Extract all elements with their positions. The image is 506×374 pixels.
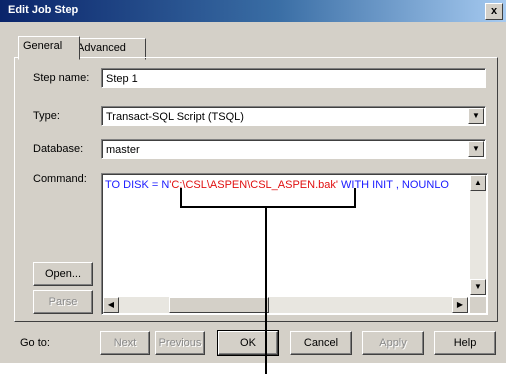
dropdown-arrow-icon[interactable]: ▼ bbox=[468, 108, 484, 124]
step-name-value: Step 1 bbox=[106, 73, 138, 85]
window-title: Edit Job Step bbox=[8, 4, 79, 16]
database-value: master bbox=[106, 144, 140, 156]
ok-button[interactable]: OK bbox=[217, 330, 279, 356]
command-text-pre: TO DISK = N bbox=[105, 179, 170, 191]
previous-button[interactable]: Previous bbox=[155, 331, 205, 355]
horizontal-scrollbar[interactable]: ◀ ▶ bbox=[103, 297, 468, 313]
parse-button[interactable]: Parse bbox=[33, 290, 93, 314]
step-name-field[interactable]: Step 1 bbox=[101, 68, 486, 88]
title-bar[interactable]: Edit Job Step x bbox=[0, 0, 506, 22]
tab-general-label: General bbox=[23, 40, 63, 52]
database-label: Database: bbox=[33, 143, 84, 155]
cancel-button[interactable]: Cancel bbox=[290, 331, 352, 355]
edit-job-step-dialog: Edit Job Step x General Advanced Step na… bbox=[0, 0, 506, 363]
type-value: Transact-SQL Script (TSQL) bbox=[106, 111, 244, 123]
goto-label: Go to: bbox=[20, 337, 50, 349]
open-button[interactable]: Open... bbox=[33, 262, 93, 286]
scroll-up-icon[interactable]: ▲ bbox=[470, 175, 486, 191]
scroll-down-icon[interactable]: ▼ bbox=[470, 279, 486, 295]
tab-advanced-label: Advanced bbox=[77, 42, 126, 54]
tab-general[interactable]: General bbox=[18, 36, 80, 60]
callout-bracket bbox=[180, 188, 356, 208]
scroll-right-icon[interactable]: ▶ bbox=[452, 297, 468, 313]
close-icon: x bbox=[490, 5, 498, 17]
horizontal-scroll-thumb[interactable] bbox=[169, 297, 269, 313]
close-button[interactable]: x bbox=[485, 3, 503, 20]
vertical-scrollbar[interactable]: ▲ ▼ bbox=[470, 175, 486, 295]
apply-button[interactable]: Apply bbox=[362, 331, 424, 355]
dropdown-arrow-icon[interactable]: ▼ bbox=[468, 141, 484, 157]
scroll-left-icon[interactable]: ◀ bbox=[103, 297, 119, 313]
help-button[interactable]: Help bbox=[434, 331, 496, 355]
database-select[interactable]: master ▼ bbox=[101, 139, 486, 159]
scroll-corner bbox=[470, 297, 486, 313]
type-select[interactable]: Transact-SQL Script (TSQL) ▼ bbox=[101, 106, 486, 126]
callout-leader-line bbox=[265, 207, 267, 374]
type-label: Type: bbox=[33, 110, 60, 122]
command-label: Command: bbox=[33, 173, 87, 185]
next-button[interactable]: Next bbox=[100, 331, 150, 355]
step-name-label: Step name: bbox=[33, 72, 90, 84]
